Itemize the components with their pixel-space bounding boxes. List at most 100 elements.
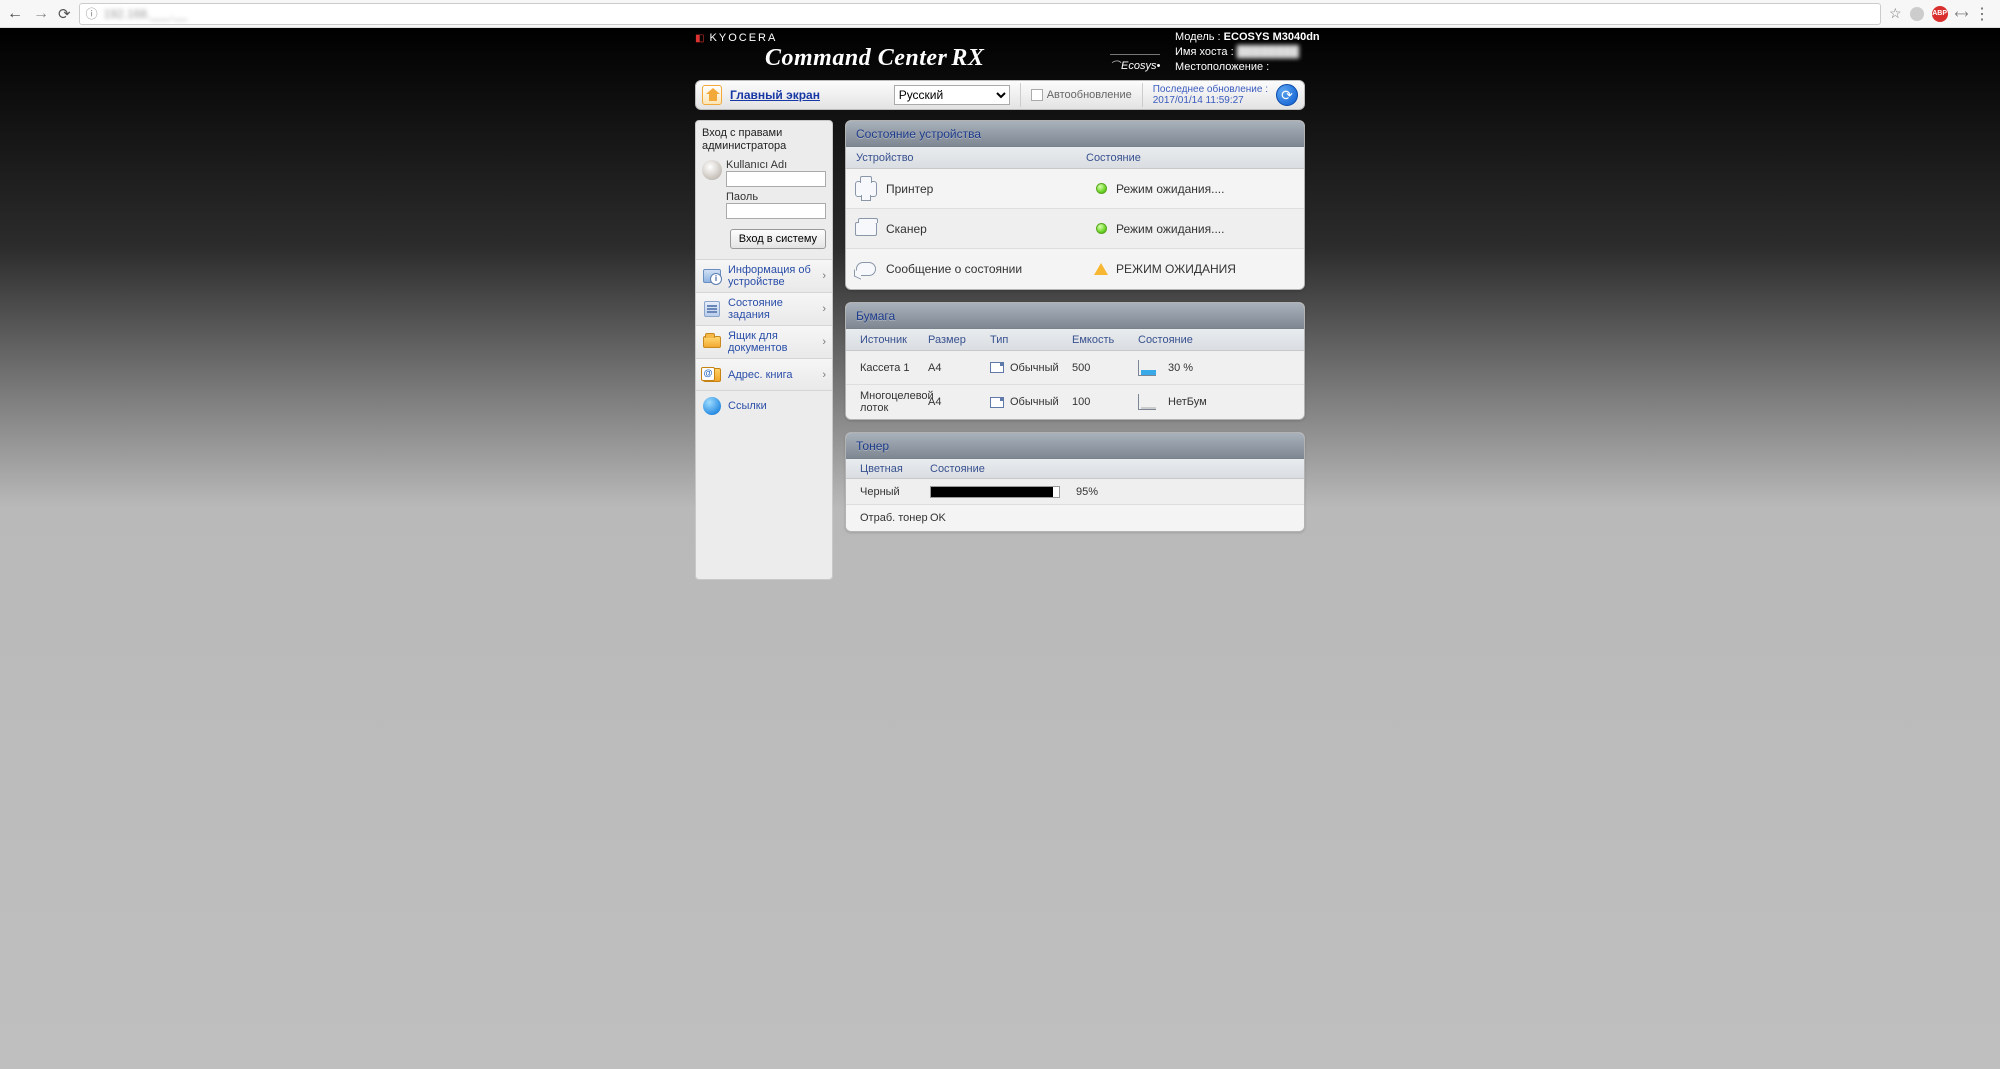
sidebar-item-job-status[interactable]: Состояние задания › <box>696 292 832 325</box>
password-label: Паоль <box>726 191 826 203</box>
sidebar-item-device-info[interactable]: Информация об устройстве › <box>696 259 832 292</box>
toner-columns: Цветная Состояние <box>846 459 1304 479</box>
paper-status: НетБум <box>1168 396 1207 408</box>
panel-title: Состояние устройства <box>856 127 981 141</box>
job-status-icon <box>704 301 720 317</box>
browser-menu-icon[interactable]: ⋮ <box>1974 4 1990 24</box>
separator <box>1142 83 1143 107</box>
page-icon <box>990 362 1004 373</box>
info-icon: ⓘ <box>86 5 98 22</box>
refresh-button[interactable]: ⟳ <box>1276 84 1298 106</box>
status-warn-icon <box>1094 263 1108 275</box>
username-input[interactable] <box>726 171 826 187</box>
printer-icon <box>855 181 877 197</box>
sidebar: Вход с правами администратора Kullanıcı … <box>695 120 833 580</box>
sidebar-item-label: Состояние задания <box>728 297 816 321</box>
col-status: Состояние <box>1086 152 1304 164</box>
col-color: Цветная <box>846 463 930 475</box>
page-icon <box>990 397 1004 408</box>
product-title: Command CenterRX <box>765 45 984 72</box>
device-status-text: РЕЖИМ ОЖИДАНИЯ <box>1116 262 1304 276</box>
panel-title: Бумага <box>856 309 895 323</box>
chevron-right-icon: › <box>822 270 826 282</box>
paper-source: Многоцелевой лоток <box>846 390 928 414</box>
language-select[interactable]: Русский <box>894 85 1010 105</box>
extension-dot-icon[interactable] <box>1910 7 1924 21</box>
col-source: Источник <box>846 334 928 346</box>
device-row-printer: Принтер Режим ожидания.... <box>846 169 1304 209</box>
forward-icon[interactable]: → <box>32 5 50 23</box>
url-text: 192.168.___.__ <box>104 7 187 21</box>
paper-columns: Источник Размер Тип Емкость Состояние <box>846 329 1304 351</box>
fullscreen-icon[interactable]: ⤢ <box>1951 4 1970 23</box>
login-button[interactable]: Вход в систему <box>730 229 826 249</box>
paper-capacity: 100 <box>1072 396 1138 408</box>
password-input[interactable] <box>726 203 826 219</box>
chevron-right-icon: › <box>822 303 826 315</box>
toner-level-bar <box>930 486 1060 498</box>
login-title: Вход с правами администратора <box>702 127 826 153</box>
sidebar-item-label: Ссылки <box>728 400 767 412</box>
sidebar-item-label: Информация об устройстве <box>728 264 816 288</box>
home-icon[interactable] <box>702 85 722 105</box>
reload-icon[interactable]: ⟳ <box>58 5 71 23</box>
browser-toolbar: ← → ⟳ ⓘ 192.168.___.__ ☆ ABP ⤢ ⋮ <box>0 0 2000 28</box>
main-content: Состояние устройства Устройство Состояни… <box>845 120 1305 544</box>
address-bar[interactable]: ⓘ 192.168.___.__ <box>79 3 1881 25</box>
device-info-icon <box>703 269 721 283</box>
waste-toner-label: Отраб. тонер <box>846 512 930 524</box>
tray-level-icon <box>1138 360 1156 376</box>
col-status: Состояние <box>930 463 1304 475</box>
col-capacity: Емкость <box>1072 334 1138 346</box>
status-led-green-icon <box>1096 183 1107 194</box>
paper-status: 30 % <box>1168 362 1193 374</box>
tray-level-icon <box>1138 394 1156 410</box>
sidebar-item-label: Адрес. книга <box>728 369 793 381</box>
sidebar-item-label: Ящик для документов <box>728 330 816 354</box>
paper-size: A4 <box>928 396 990 408</box>
sidebar-item-links[interactable]: Ссылки <box>696 390 832 421</box>
username-label: Kullanıcı Adı <box>726 159 826 171</box>
device-name: Принтер <box>886 182 1086 196</box>
paper-row: Многоцелевой лоток A4 Обычный 100 НетБум <box>846 385 1304 419</box>
autorefresh-toggle[interactable]: Автообновление <box>1031 89 1132 101</box>
device-name: Сканер <box>886 222 1086 236</box>
ecosys-logo: ⌒Ecosys• <box>1110 54 1160 72</box>
paper-panel: Бумага Источник Размер Тип Емкость Состо… <box>845 302 1305 420</box>
header-device-info: Модель : ECOSYS M3040dn Имя хоста : ████… <box>1175 30 1320 75</box>
col-type: Тип <box>990 334 1072 346</box>
toner-color: Черный <box>846 486 930 498</box>
page-body: ◧ KYOCERA Command CenterRX ⌒Ecosys• Моде… <box>0 28 2000 1069</box>
main-toolbar: Главный экран Русский Автообновление Пос… <box>695 80 1305 110</box>
avatar-icon <box>702 160 722 180</box>
folder-icon <box>703 336 721 348</box>
bookmark-icon[interactable]: ☆ <box>1889 5 1902 22</box>
device-name: Сообщение о состоянии <box>886 262 1086 276</box>
toner-panel: Тонер Цветная Состояние Черный 95% Отраб… <box>845 432 1305 532</box>
separator <box>1020 83 1021 107</box>
waste-toner-value: OK <box>930 512 1304 524</box>
device-row-scanner: Сканер Режим ожидания.... <box>846 209 1304 249</box>
sidebar-item-address-book[interactable]: Адрес. книга › <box>696 358 832 390</box>
status-led-green-icon <box>1096 223 1107 234</box>
paper-capacity: 500 <box>1072 362 1138 374</box>
paper-source: Кассета 1 <box>846 362 928 374</box>
toner-row-black: Черный 95% <box>846 479 1304 505</box>
brand-logo: ◧ KYOCERA <box>695 32 777 44</box>
home-link[interactable]: Главный экран <box>730 88 820 102</box>
back-icon[interactable]: ← <box>6 5 24 23</box>
autorefresh-label: Автообновление <box>1047 89 1132 101</box>
last-update: Последнее обновление : 2017/01/14 11:59:… <box>1153 84 1268 106</box>
col-status: Состояние <box>1138 334 1304 346</box>
abp-icon[interactable]: ABP <box>1932 6 1948 22</box>
sidebar-item-document-box[interactable]: Ящик для документов › <box>696 325 832 358</box>
col-device: Устройство <box>846 152 1086 164</box>
paper-row: Кассета 1 A4 Обычный 500 30 % <box>846 351 1304 385</box>
device-row-message: Сообщение о состоянии РЕЖИМ ОЖИДАНИЯ <box>846 249 1304 289</box>
chevron-right-icon: › <box>822 369 826 381</box>
login-panel: Вход с правами администратора Kullanıcı … <box>696 121 832 259</box>
device-status-text: Режим ожидания.... <box>1116 222 1304 236</box>
checkbox-icon[interactable] <box>1031 89 1043 101</box>
device-status-text: Режим ожидания.... <box>1116 182 1304 196</box>
paper-type: Обычный <box>1010 362 1059 374</box>
